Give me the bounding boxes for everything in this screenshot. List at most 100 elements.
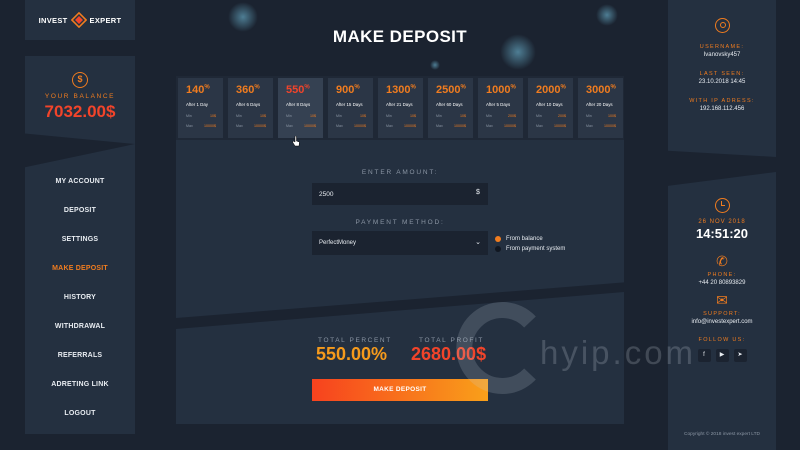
phone-value: +44 20 80893829 [698, 280, 746, 286]
bg-glow [596, 4, 618, 26]
plan-percent: 140% [186, 84, 210, 96]
radio-unselected-icon [495, 246, 501, 252]
plan-days: After 10 Days [536, 102, 563, 107]
balance-value: 7032.00$ [44, 102, 116, 121]
watermark-text: hyip.com [540, 334, 697, 371]
payment-method-select[interactable]: PerfectMoney ⌄ [312, 231, 488, 255]
menu-item-logout[interactable]: LOGOUT [25, 410, 135, 417]
menu-item-advertising-link[interactable]: ADRETING LINK [25, 381, 135, 388]
support-email[interactable]: info@investexpert.com [668, 319, 776, 325]
plan-card[interactable]: 2500% After 60 Days Min 10$ Max 10000$ [428, 78, 473, 138]
plan-max: Max 10000$ [586, 124, 616, 128]
telegram-icon[interactable]: ➤ [733, 349, 747, 362]
plan-percent: 2000% [536, 84, 566, 96]
amount-input[interactable] [312, 183, 488, 205]
plan-max: Max 10000$ [336, 124, 366, 128]
plan-card[interactable]: 3000% After 20 Days Min 100$ Max 10000$ [578, 78, 623, 138]
plan-percent: 360% [236, 84, 260, 96]
plan-max: Max 10000$ [286, 124, 316, 128]
plan-min: Min 10$ [336, 114, 366, 118]
logo-icon [70, 12, 87, 28]
copyright: Copyright © 2018 invest expert LTD [684, 432, 760, 437]
menu-item-deposit[interactable]: DEPOSIT [25, 207, 135, 214]
plan-max: Max 10000$ [186, 124, 216, 128]
plan-min: Min 10$ [436, 114, 466, 118]
plan-percent: 2500% [436, 84, 466, 96]
radio-from-balance-label: From balance [506, 236, 543, 242]
bg-glow [228, 2, 258, 32]
deposit-form: ENTER AMOUNT: $ PAYMENT METHOD: PerfectM… [176, 140, 624, 318]
plan-days: After 6 Days [236, 102, 261, 107]
plan-card[interactable]: 360% After 6 Days Min 10$ Max 10000$ [228, 78, 273, 138]
plan-card[interactable]: 2000% After 10 Days Min 200$ Max 10000$ [528, 78, 573, 138]
bg-glow [430, 60, 440, 70]
plan-percent: 900% [336, 84, 360, 96]
plan-days: After 15 Days [336, 102, 363, 107]
ip-value: 192.168.112.456 [699, 106, 745, 112]
phone-icon: ✆ [716, 253, 728, 269]
plan-card[interactable]: 900% After 15 Days Min 10$ Max 10000$ [328, 78, 373, 138]
logo-text-left: INVEST [38, 15, 68, 25]
user-icon [714, 18, 730, 33]
plan-days: After 60 Days [436, 102, 463, 107]
plan-max: Max 10000$ [386, 124, 416, 128]
logo[interactable]: INVEST EXPERT [25, 0, 135, 40]
left-sidebar: INVEST EXPERT $ YOUR BALANCE 7032.00$ MY… [25, 0, 135, 450]
menu-item-history[interactable]: HISTORY [25, 294, 135, 301]
plans-row: 140% After 1 Day Min 10$ Max 10000$ 360% A… [176, 76, 624, 142]
sidebar-menu: MY ACCOUNT DEPOSIT SETTINGS MAKE DEPOSIT… [25, 144, 135, 434]
clock-icon [714, 198, 730, 213]
total-percent-label: TOTAL PERCENT [318, 337, 392, 344]
logo-text-right: EXPERT [89, 15, 122, 25]
bg-glow [500, 34, 536, 70]
page-title: MAKE DEPOSIT [332, 27, 468, 46]
plan-min: Min 10$ [386, 114, 416, 118]
amount-label: ENTER AMOUNT: [361, 169, 439, 176]
radio-selected-icon [495, 236, 501, 242]
plan-percent: 1000% [486, 84, 516, 96]
plan-days: After 8 Days [286, 102, 311, 107]
radio-from-balance[interactable]: From balance [495, 236, 543, 242]
plan-min: Min 100$ [586, 114, 616, 118]
plan-days: After 21 Days [386, 102, 413, 107]
user-info-panel: USERNAME: Ivanovsky457 LAST SEEN: 23.10.… [668, 0, 776, 157]
plan-card[interactable]: 140% After 1 Day Min 10$ Max 10000$ [178, 78, 223, 138]
menu-item-my-account[interactable]: MY ACCOUNT [25, 178, 135, 185]
plan-days: After 20 Days [586, 102, 613, 107]
menu-item-settings[interactable]: SETTINGS [25, 236, 135, 243]
plan-percent: 1300% [386, 84, 416, 96]
plan-percent: 3000% [586, 84, 616, 96]
phone-label: PHONE: [707, 272, 737, 278]
plan-percent: 550% [286, 84, 310, 96]
balance-card: $ YOUR BALANCE 7032.00$ [25, 56, 135, 144]
plan-max: Max 10000$ [436, 124, 466, 128]
plan-card-selected[interactable]: 550% After 8 Days Min 10$ Max 10000$ [278, 78, 323, 138]
current-time: 14:51:20 [695, 226, 749, 241]
menu-item-referrals[interactable]: REFERRALS [25, 352, 135, 359]
last-seen-label: LAST SEEN: [699, 71, 745, 77]
total-percent-value: 550.00% [316, 344, 388, 364]
plan-min: Min 10$ [186, 114, 216, 118]
payment-method-value: PerfectMoney [319, 240, 357, 246]
support-label: SUPPORT: [703, 311, 741, 317]
menu-item-make-deposit[interactable]: MAKE DEPOSIT [25, 265, 135, 272]
radio-from-payment-system-label: From payment system [506, 246, 566, 252]
plan-max: Max 10000$ [236, 124, 266, 128]
watermark-logo [456, 302, 536, 394]
chevron-down-icon: ⌄ [475, 239, 481, 246]
plan-max: Max 10000$ [486, 124, 516, 128]
plan-card[interactable]: 1000% After 5 Days Min 200$ Max 10000$ [478, 78, 523, 138]
ip-label: WITH IP ADRESS: [689, 98, 755, 104]
plan-max: Max 10000$ [536, 124, 566, 128]
plan-days: After 1 Day [186, 102, 208, 107]
radio-from-payment-system[interactable]: From payment system [495, 246, 565, 252]
dollar-coin-icon: $ [72, 72, 88, 88]
mouse-pointer-icon [292, 136, 300, 147]
plan-days: After 5 Days [486, 102, 511, 107]
balance-label: YOUR BALANCE [44, 93, 116, 100]
username-value: Ivanovsky457 [703, 52, 741, 58]
facebook-icon[interactable]: f [697, 349, 711, 362]
plan-card[interactable]: 1300% After 21 Days Min 10$ Max 10000$ [378, 78, 423, 138]
menu-item-withdrawal[interactable]: WITHDRAWAL [25, 323, 135, 330]
youtube-icon[interactable]: ▶ [715, 349, 729, 362]
